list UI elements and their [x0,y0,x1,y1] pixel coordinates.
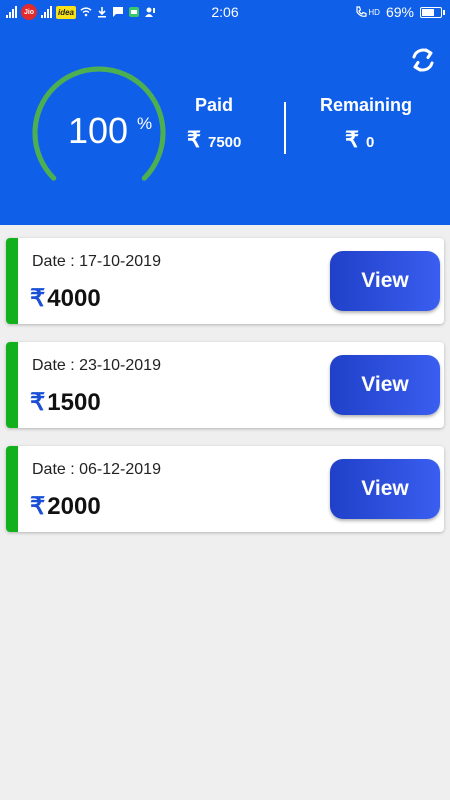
rupee-icon: ₹ [30,285,46,312]
battery-icon [420,6,445,18]
payment-amount-value: 1500 [47,389,101,416]
status-bar: Jio idea 2:06 HD 69% [0,0,450,24]
payment-amount: ₹ 1500 [30,388,101,417]
payment-amount: ₹ 2000 [30,492,101,521]
summary-divider [284,102,286,154]
phone-icon [356,6,368,17]
progress-percent-unit: % [137,114,153,133]
view-button[interactable]: View [330,251,440,311]
payment-amount: ₹ 4000 [30,284,101,313]
hd-label: HD [368,7,380,17]
paid-amount: ₹ 7500 [187,127,241,153]
payment-date: Date : 17-10-2019 [32,253,161,270]
hd-call-indicator: HD [355,6,380,18]
paid-amount-value: 7500 [208,134,242,151]
payment-amount-value: 2000 [47,493,101,520]
remaining-label: Remaining [320,95,413,115]
payment-card: Date : 17-10-2019 ₹ 4000 View [6,238,444,324]
rupee-icon: ₹ [345,127,359,152]
payment-date: Date : 23-10-2019 [32,357,161,374]
view-button[interactable]: View [330,459,440,519]
summary-header: 100 % Paid ₹ 7500 Remaining ₹ 0 [0,24,450,225]
card-accent [6,342,18,428]
card-accent [6,446,18,532]
rupee-icon: ₹ [187,127,201,152]
paid-label: Paid [195,95,234,115]
payment-card: Date : 23-10-2019 ₹ 1500 View [6,342,444,428]
payment-card: Date : 06-12-2019 ₹ 2000 View [6,446,444,532]
remaining-amount: ₹ 0 [345,127,374,153]
remaining-amount-value: 0 [366,134,375,151]
card-accent [6,238,18,324]
rupee-icon: ₹ [30,389,46,416]
battery-percent: 69% [385,4,414,20]
payment-date: Date : 06-12-2019 [32,461,161,478]
refresh-icon[interactable] [407,44,439,76]
rupee-icon: ₹ [30,493,46,520]
progress-percent-value: 100 [68,110,129,151]
view-button[interactable]: View [330,355,440,415]
status-bar-right: HD 69% [355,4,445,20]
payment-amount-value: 4000 [47,285,101,312]
